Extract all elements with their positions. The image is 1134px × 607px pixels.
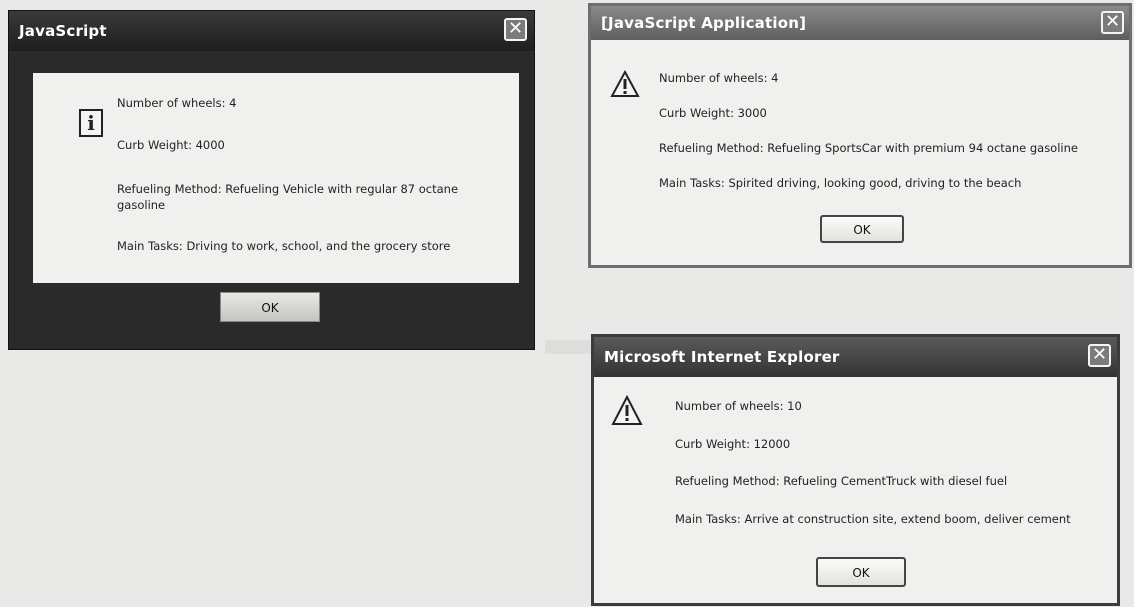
message-line: Main Tasks: Driving to work, school, and… <box>117 239 451 253</box>
info-icon: i <box>79 109 103 137</box>
ok-button[interactable]: OK <box>816 557 906 587</box>
ok-button[interactable]: OK <box>820 215 904 243</box>
message-line: Number of wheels: 4 <box>117 96 237 110</box>
alert-dialog-javascript-application: [JavaScript Application] ✕ Number of whe… <box>588 3 1132 268</box>
warning-icon <box>611 395 643 425</box>
message-line: Number of wheels: 10 <box>675 399 802 413</box>
alert-dialog-javascript: JavaScript ✕ i Number of wheels: 4 Curb … <box>8 10 535 350</box>
dialog-titlebar: JavaScript <box>9 11 534 51</box>
ok-button[interactable]: OK <box>220 292 320 322</box>
close-icon[interactable]: ✕ <box>1101 11 1124 34</box>
message-line: Number of wheels: 4 <box>659 71 779 85</box>
close-icon[interactable]: ✕ <box>504 18 527 41</box>
message-line: Curb Weight: 3000 <box>659 106 767 120</box>
dialog-titlebar: Microsoft Internet Explorer <box>594 337 1117 377</box>
message-line: Main Tasks: Arrive at construction site,… <box>675 512 1071 526</box>
dialog-title: JavaScript <box>19 22 107 40</box>
alert-dialog-internet-explorer: Microsoft Internet Explorer ✕ Number of … <box>591 334 1120 606</box>
warning-icon <box>610 70 640 97</box>
message-line: Main Tasks: Spirited driving, looking go… <box>659 176 1022 190</box>
message-line: Curb Weight: 12000 <box>675 437 791 451</box>
message-line: Refueling Method: Refueling CementTruck … <box>675 474 1008 488</box>
message-line: Curb Weight: 4000 <box>117 138 225 152</box>
dialog-title: [JavaScript Application] <box>601 14 807 32</box>
page: JavaScript ✕ i Number of wheels: 4 Curb … <box>0 0 1134 607</box>
dialog-titlebar: [JavaScript Application] <box>591 6 1129 40</box>
close-icon[interactable]: ✕ <box>1088 344 1111 367</box>
message-line: Refueling Method: Refueling SportsCar wi… <box>659 141 1078 155</box>
message-line: Refueling Method: Refueling Vehicle with… <box>117 182 459 212</box>
dialog-title: Microsoft Internet Explorer <box>604 348 840 366</box>
dialog-message-area: i Number of wheels: 4 Curb Weight: 4000 … <box>33 73 519 283</box>
